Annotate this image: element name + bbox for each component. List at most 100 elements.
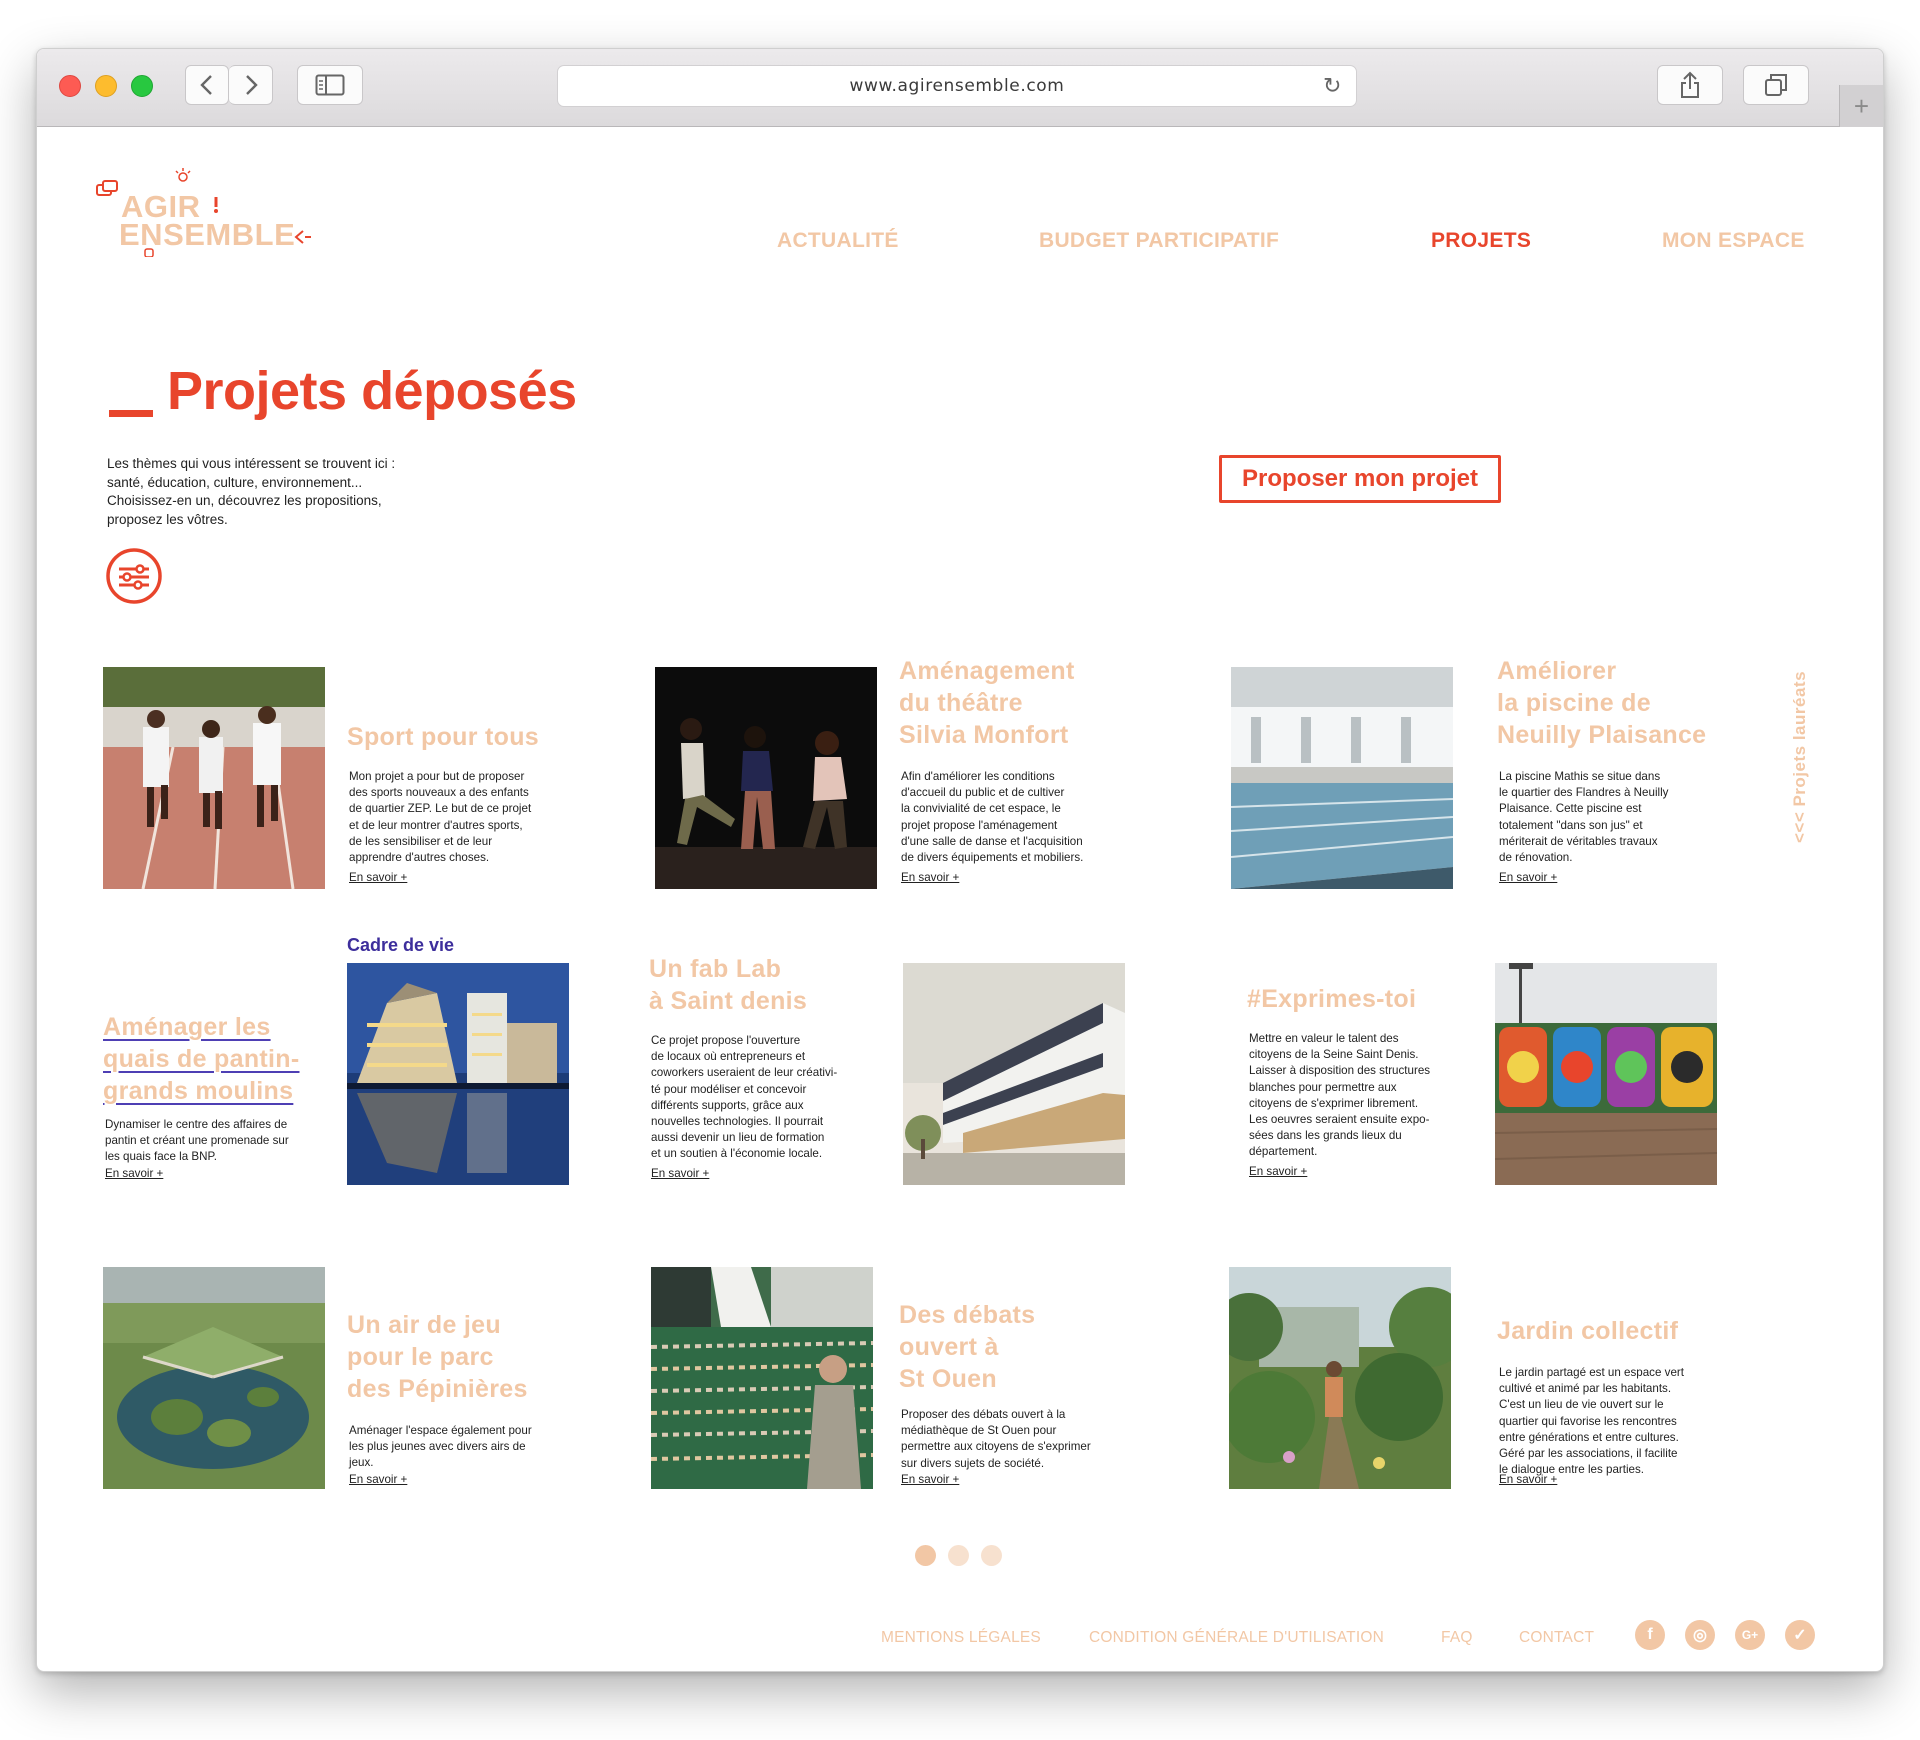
intro-line: Les thèmes qui vous intéressent se trouv…: [107, 456, 396, 471]
desc-line: La piscine Mathis se situe dans: [1499, 770, 1661, 783]
twitter-icon[interactable]: ✓: [1785, 1620, 1815, 1650]
forward-button[interactable]: [229, 65, 273, 105]
share-button[interactable]: [1657, 65, 1723, 105]
more-link-fablab[interactable]: En savoir +: [651, 1167, 709, 1180]
more-link-jardin[interactable]: En savoir +: [1499, 1473, 1557, 1486]
desc-line: la convivialité de cet espace, le: [901, 802, 1061, 816]
pagination: [915, 1545, 1002, 1566]
more-link-sport[interactable]: En savoir +: [349, 871, 407, 884]
project-image-quais[interactable]: [347, 963, 569, 1185]
project-image-exprimes[interactable]: [1495, 963, 1717, 1185]
tabs-overview-button[interactable]: [1743, 65, 1809, 105]
title-line: Aménager les: [103, 1013, 271, 1041]
intro-line: santé, éducation, culture, environnement…: [107, 474, 363, 490]
desc-line: projet propose l'aménagement: [901, 818, 1058, 832]
desc-line: de divers équipements et mobiliers.: [901, 851, 1084, 865]
filter-button[interactable]: [105, 547, 163, 605]
project-desc-jardin: Le jardin partagé est un espace vert cul…: [1499, 1365, 1729, 1478]
title-line: Un air de jeu: [347, 1311, 501, 1339]
desc-line: entre générations et entre cultures.: [1499, 1430, 1679, 1444]
pagination-dot-1[interactable]: [915, 1545, 936, 1566]
category-label: Cadre de vie: [347, 935, 455, 955]
project-title-jardin[interactable]: Jardin collectif: [1497, 1315, 1678, 1347]
reload-icon[interactable]: ↻: [1323, 74, 1342, 99]
desc-line: Géré par les associations, il facilite: [1499, 1447, 1678, 1461]
pagination-dot-3[interactable]: [981, 1545, 1002, 1566]
desc-line: citoyens de la Seine Saint Denis.: [1249, 1048, 1419, 1062]
desc-line: sur divers sujets de société.: [901, 1456, 1045, 1470]
footer-cgu[interactable]: CONDITION GÉNÉRALE D'UTILISATION: [1089, 1629, 1384, 1647]
project-title-piscine[interactable]: Améliorer la piscine de Neuilly Plaisanc…: [1497, 655, 1706, 751]
nav-actualite[interactable]: ACTUALITÉ: [777, 229, 899, 253]
project-title-sport[interactable]: Sport pour tous: [347, 721, 539, 753]
tabs-icon: [1765, 74, 1787, 96]
filter-icon: [106, 548, 162, 604]
minimize-window-button[interactable]: [95, 75, 117, 97]
project-title-fablab[interactable]: Un fab Lab à Saint denis: [649, 953, 807, 1017]
footer-faq[interactable]: FAQ: [1441, 1629, 1473, 1647]
title-line: des Pépinières: [347, 1375, 528, 1403]
projets-laureats-label: <<< Projets lauréats: [1790, 670, 1810, 844]
more-link-exprimes[interactable]: En savoir +: [1249, 1165, 1307, 1178]
project-desc-sport: Mon projet a pour but de proposer des sp…: [349, 769, 549, 866]
nav-projets[interactable]: PROJETS: [1431, 229, 1531, 253]
title-line: grands moulins: [103, 1077, 294, 1105]
pagination-dot-2[interactable]: [948, 1545, 969, 1566]
project-desc-piscine: La piscine Mathis se situe dans le quart…: [1499, 769, 1709, 866]
project-title-debats[interactable]: Des débats ouvert à St Ouen: [899, 1299, 1035, 1395]
project-image-jardin[interactable]: [1229, 1267, 1451, 1489]
nav-budget-participatif[interactable]: BUDGET PARTICIPATIF: [1039, 229, 1279, 253]
title-line: Jardin collectif: [1497, 1317, 1679, 1345]
footer-contact[interactable]: CONTACT: [1519, 1629, 1594, 1647]
sidebar-icon: [315, 74, 345, 96]
more-link-debats[interactable]: En savoir +: [901, 1473, 959, 1486]
desc-line: mériterait de véritables travaux: [1499, 834, 1658, 848]
desc-line: Le jardin partagé est un espace vert: [1499, 1366, 1684, 1379]
project-title-quais[interactable]: Aménager les quais de pantin- grands mou…: [103, 1011, 299, 1107]
propose-project-button[interactable]: Proposer mon projet: [1219, 455, 1501, 503]
sidebar-toggle-button[interactable]: [297, 65, 363, 105]
desc-line: Mon projet a pour but de proposer: [349, 770, 525, 783]
project-desc-debats: Proposer des débats ouvert à la médiathè…: [901, 1407, 1121, 1472]
intro-line: proposez les vôtres.: [107, 511, 228, 527]
title-line: St Ouen: [899, 1365, 997, 1393]
project-image-debats[interactable]: [651, 1267, 873, 1489]
instagram-icon[interactable]: ◎: [1685, 1620, 1715, 1650]
close-window-button[interactable]: [59, 75, 81, 97]
more-link-theatre[interactable]: En savoir +: [901, 871, 959, 884]
desc-line: les plus jeunes avec divers airs de: [349, 1440, 526, 1454]
project-image-piscine[interactable]: [1231, 667, 1453, 889]
title-line: ouvert à: [899, 1333, 999, 1361]
project-image-parc[interactable]: [103, 1267, 325, 1489]
google-plus-icon[interactable]: G+: [1735, 1620, 1765, 1650]
project-title-theatre[interactable]: Aménagement du théâtre Silvia Monfort: [899, 655, 1075, 751]
more-link-parc[interactable]: En savoir +: [349, 1473, 407, 1486]
project-image-fablab[interactable]: [903, 963, 1125, 1185]
title-line: Aménagement: [899, 657, 1075, 685]
footer-mentions-legales[interactable]: MENTIONS LÉGALES: [881, 1629, 1041, 1647]
facebook-icon[interactable]: f: [1635, 1620, 1665, 1650]
projets-laureats-link[interactable]: <<< Projets lauréats: [1785, 647, 1815, 867]
title-line: pour le parc: [347, 1343, 494, 1371]
nav-mon-espace[interactable]: MON ESPACE: [1662, 229, 1805, 253]
new-tab-button[interactable]: +: [1839, 85, 1883, 127]
desc-line: té pour modéliser et concevoir: [651, 1082, 807, 1096]
zoom-window-button[interactable]: [131, 75, 153, 97]
more-link-quais[interactable]: En savoir +: [105, 1167, 163, 1180]
back-button[interactable]: [185, 65, 229, 105]
desc-line: aussi devenir un lieu de formation: [651, 1131, 825, 1145]
project-title-parc[interactable]: Un air de jeu pour le parc des Pépinière…: [347, 1309, 528, 1405]
project-image-sport[interactable]: [103, 667, 325, 889]
title-line: du théâtre: [899, 689, 1023, 717]
title-dash: [109, 410, 153, 417]
address-bar[interactable]: www.agirensemble.com ↻: [557, 65, 1357, 107]
project-image-theatre[interactable]: [655, 667, 877, 889]
desc-line: pantin et créant une promenade sur: [105, 1134, 289, 1148]
site-logo[interactable]: AGIR ENSEMBLE: [91, 167, 311, 257]
project-desc-theatre: Afin d'améliorer les conditions d'accuei…: [901, 769, 1111, 866]
project-title-exprimes[interactable]: #Exprimes-toi: [1247, 983, 1416, 1015]
chevron-right-icon: [245, 75, 258, 95]
more-link-piscine[interactable]: En savoir +: [1499, 871, 1557, 884]
desc-line: de quartier ZEP. Le but de ce projet: [349, 802, 532, 816]
plus-icon: +: [1853, 90, 1870, 121]
